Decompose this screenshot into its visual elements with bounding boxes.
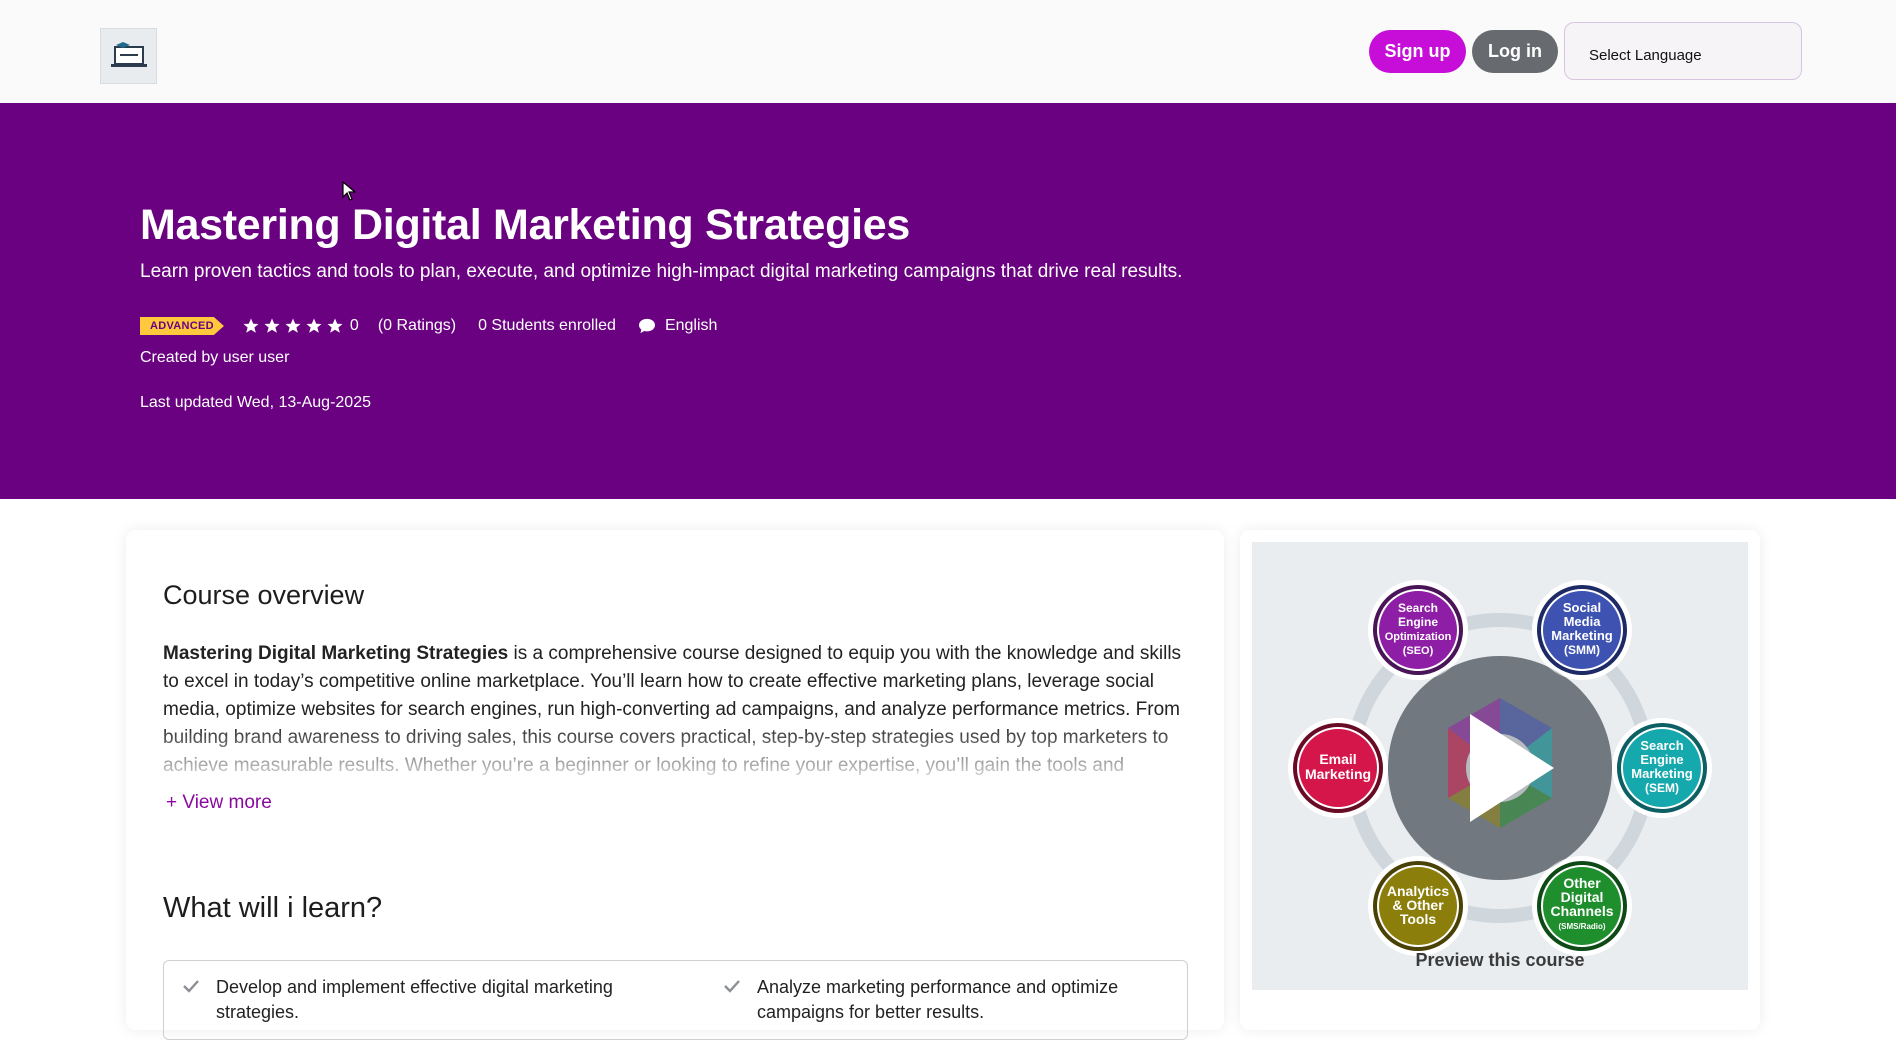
learn-heading: What will i learn? (163, 892, 383, 924)
learn-item: Develop and implement effective digital … (182, 975, 642, 1025)
bubble-smm-line: Social (1563, 600, 1601, 615)
bubble-smm-line: (SMM) (1564, 643, 1600, 657)
login-button[interactable]: Log in (1472, 30, 1558, 73)
bubble-seo-line: (SEO) (1403, 645, 1434, 657)
star-icon (327, 318, 343, 333)
course-subtitle: Learn proven tactics and tools to plan, … (140, 261, 1183, 282)
rating-stars (242, 317, 344, 335)
bubble-seo-line: Optimization (1385, 631, 1452, 643)
students-enrolled: 0 Students enrolled (478, 317, 616, 334)
learn-item: Analyze marketing performance and optimi… (723, 975, 1183, 1025)
bubble-email-line: Marketing (1305, 766, 1371, 782)
bubble-email-line: Email (1319, 751, 1356, 767)
check-icon (724, 980, 740, 993)
bubble-sem-line: Search (1640, 738, 1683, 753)
bubble-seo: Search Engine Optimization (SEO) (1368, 580, 1468, 680)
bubble-sem-line: Engine (1640, 752, 1683, 767)
play-icon[interactable] (1388, 656, 1612, 880)
learn-item-text: Analyze marketing performance and optimi… (757, 977, 1119, 1022)
language-select-label: Select Language (1589, 47, 1702, 64)
bubble-seo-line: Search (1398, 601, 1438, 615)
course-preview-card: Search Engine Optimization (SEO) Social … (1240, 530, 1760, 1030)
created-by: Created by user user (140, 349, 290, 366)
bubble-analytics-line: Tools (1400, 911, 1437, 927)
star-icon (243, 318, 259, 333)
last-updated: Last updated Wed, 13-Aug-2025 (140, 394, 371, 411)
rating-value: 0 (349, 317, 359, 334)
learn-item-text: Develop and implement effective digital … (216, 977, 613, 1022)
chat-bubble-icon (638, 318, 655, 334)
bubble-smm-line: Marketing (1551, 628, 1612, 643)
bubble-smm-line: Media (1564, 614, 1602, 629)
course-preview-video[interactable]: Search Engine Optimization (SEO) Social … (1252, 542, 1748, 990)
bubble-sem: Search Engine Marketing (SEM) (1612, 718, 1712, 818)
star-icon (306, 318, 322, 333)
overview-heading: Course overview (163, 580, 365, 610)
bubble-other-line: Channels (1550, 903, 1613, 919)
bubble-sem-line: (SEM) (1645, 781, 1679, 795)
check-icon (183, 980, 199, 993)
site-logo[interactable] (100, 28, 157, 84)
top-navbar: Sign up Log in Select Language (0, 0, 1896, 103)
mouse-cursor-icon (342, 181, 356, 201)
bubble-smm: Social Media Marketing (SMM) (1532, 580, 1632, 680)
learn-list: Develop and implement effective digital … (163, 960, 1188, 1040)
course-language: English (664, 317, 718, 334)
star-icon (264, 318, 280, 333)
course-meta: ADVANCED 0 (0 Ratings) 0 Students enroll… (140, 314, 717, 338)
bubble-sem-line: Marketing (1631, 766, 1692, 781)
overview-text: Mastering Digital Marketing Strategies i… (163, 640, 1193, 780)
language-select[interactable]: Select Language (1564, 22, 1802, 80)
view-more-link[interactable]: + View more (166, 792, 272, 814)
bubble-analytics: Analytics & Other Tools (1368, 856, 1468, 956)
bubble-other-line: (SMS/Radio) (1558, 922, 1605, 931)
ratings-count: (0 Ratings) (377, 317, 457, 334)
level-badge: ADVANCED (140, 317, 224, 335)
bubble-other: Other Digital Channels (SMS/Radio) (1532, 856, 1632, 956)
course-title: Mastering Digital Marketing Strategies (140, 201, 910, 249)
star-icon (285, 318, 301, 333)
bubble-email: Email Marketing (1288, 718, 1388, 818)
course-details-card: Course overview Mastering Digital Market… (126, 530, 1224, 1040)
laptop-logo-icon (110, 42, 147, 67)
signup-button[interactable]: Sign up (1369, 30, 1466, 73)
course-hero: Mastering Digital Marketing Strategies L… (0, 103, 1896, 499)
preview-label: Preview this course (1415, 950, 1585, 970)
digital-marketing-diagram: Search Engine Optimization (SEO) Social … (1288, 580, 1712, 956)
overview-bold-lead: Mastering Digital Marketing Strategies (163, 643, 509, 664)
bubble-seo-line: Engine (1398, 615, 1438, 629)
